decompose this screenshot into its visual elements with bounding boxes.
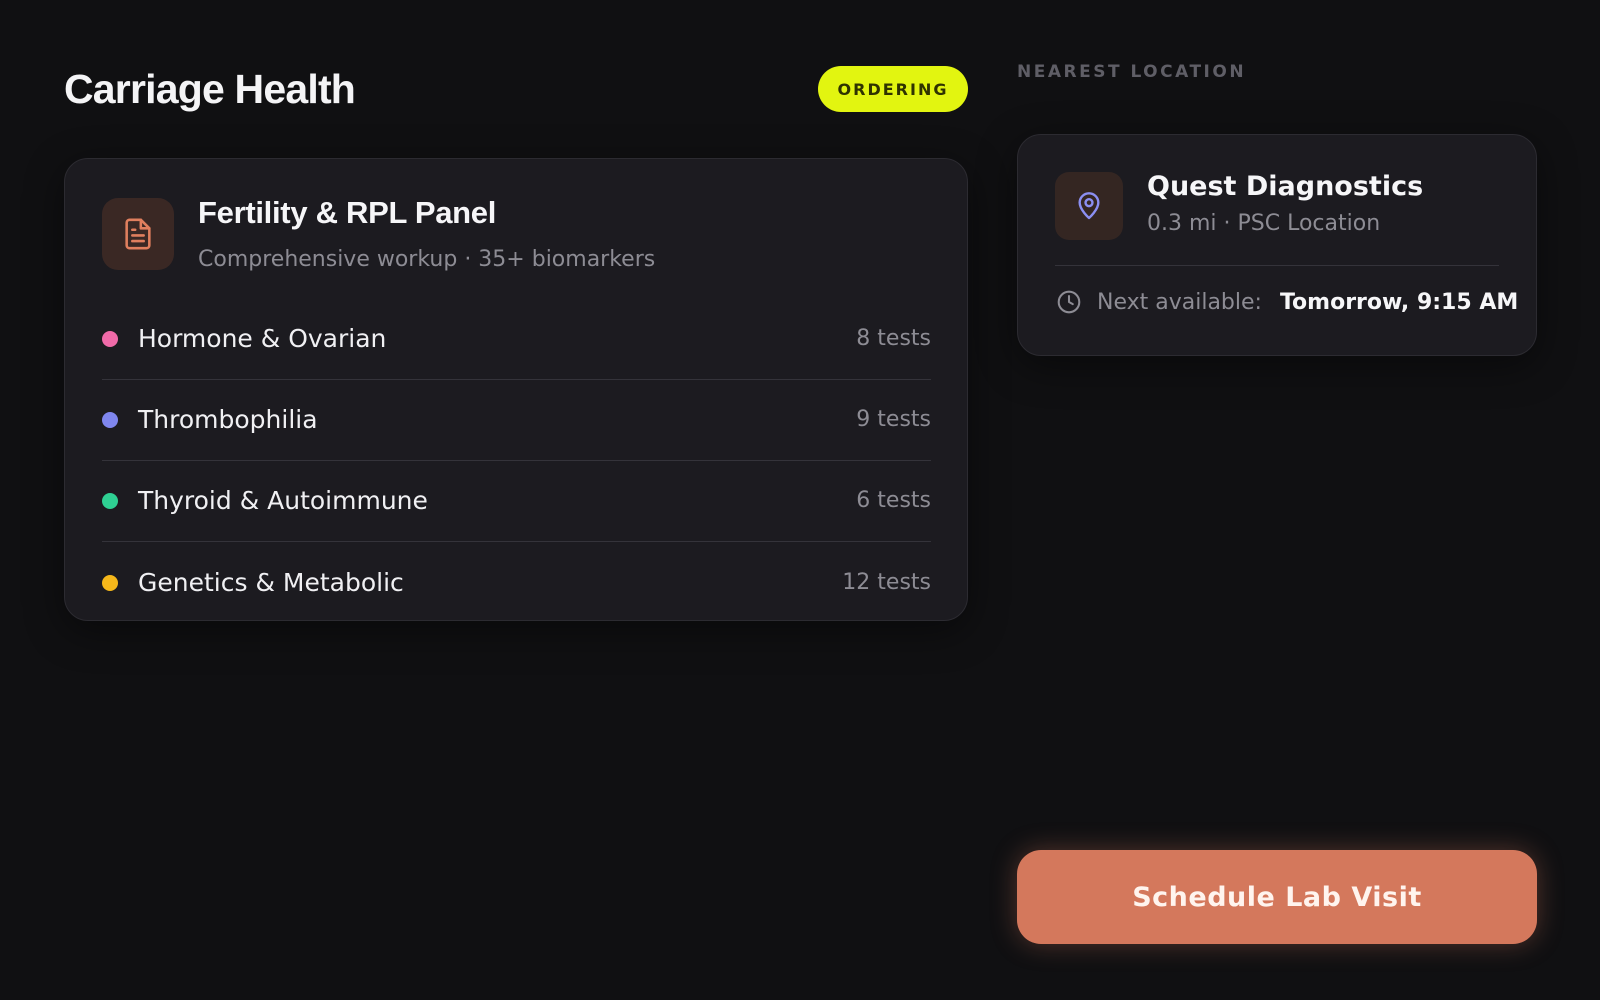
- availability-value: Tomorrow, 9:15 AM: [1279, 289, 1519, 315]
- category-count: 8 tests: [856, 326, 931, 351]
- category-row-hormone-ovarian[interactable]: Hormone & Ovarian 8 tests: [102, 299, 931, 380]
- category-row-thyroid-autoimmune[interactable]: Thyroid & Autoimmune 6 tests: [102, 461, 931, 542]
- document-icon: [102, 198, 174, 270]
- category-name: Genetics & Metabolic: [138, 567, 404, 597]
- category-count: 12 tests: [842, 569, 931, 595]
- category-count: 6 tests: [856, 488, 931, 513]
- category-name: Thrombophilia: [138, 405, 318, 434]
- panel-title: Fertility & RPL Panel: [198, 195, 497, 230]
- clock-icon: [1055, 288, 1083, 316]
- app-screen: Carriage Health ORDERING Fertility & RPL…: [0, 0, 1600, 1000]
- section-label-nearest-location: NEAREST LOCATION: [1017, 62, 1247, 82]
- panel-card[interactable]: Fertility & RPL Panel Comprehensive work…: [64, 158, 968, 621]
- status-badge: ORDERING: [818, 66, 968, 112]
- map-pin-icon: [1055, 172, 1123, 240]
- app-title: Carriage Health: [64, 66, 356, 112]
- category-row-genetics-metabolic[interactable]: Genetics & Metabolic 12 tests: [102, 542, 931, 623]
- category-name: Thyroid & Autoimmune: [138, 486, 428, 515]
- category-dot: [102, 331, 118, 347]
- category-row-thrombophilia[interactable]: Thrombophilia 9 tests: [102, 380, 931, 461]
- location-meta: 0.3 mi · PSC Location: [1147, 211, 1381, 236]
- category-list: Hormone & Ovarian 8 tests Thrombophilia …: [102, 299, 931, 623]
- availability-label: Next available:: [1097, 289, 1262, 315]
- panel-subtitle: Comprehensive workup · 35+ biomarkers: [198, 247, 656, 272]
- category-dot: [102, 412, 118, 428]
- divider: [1055, 265, 1499, 266]
- location-name: Quest Diagnostics: [1147, 171, 1424, 202]
- availability-row: Next available: Tomorrow, 9:15 AM: [1055, 285, 1518, 319]
- category-dot: [102, 493, 118, 509]
- category-count: 9 tests: [856, 407, 931, 432]
- schedule-lab-visit-button[interactable]: Schedule Lab Visit: [1017, 850, 1537, 944]
- location-card[interactable]: Quest Diagnostics 0.3 mi · PSC Location …: [1017, 134, 1537, 356]
- category-dot: [102, 574, 118, 591]
- category-name: Hormone & Ovarian: [138, 324, 387, 353]
